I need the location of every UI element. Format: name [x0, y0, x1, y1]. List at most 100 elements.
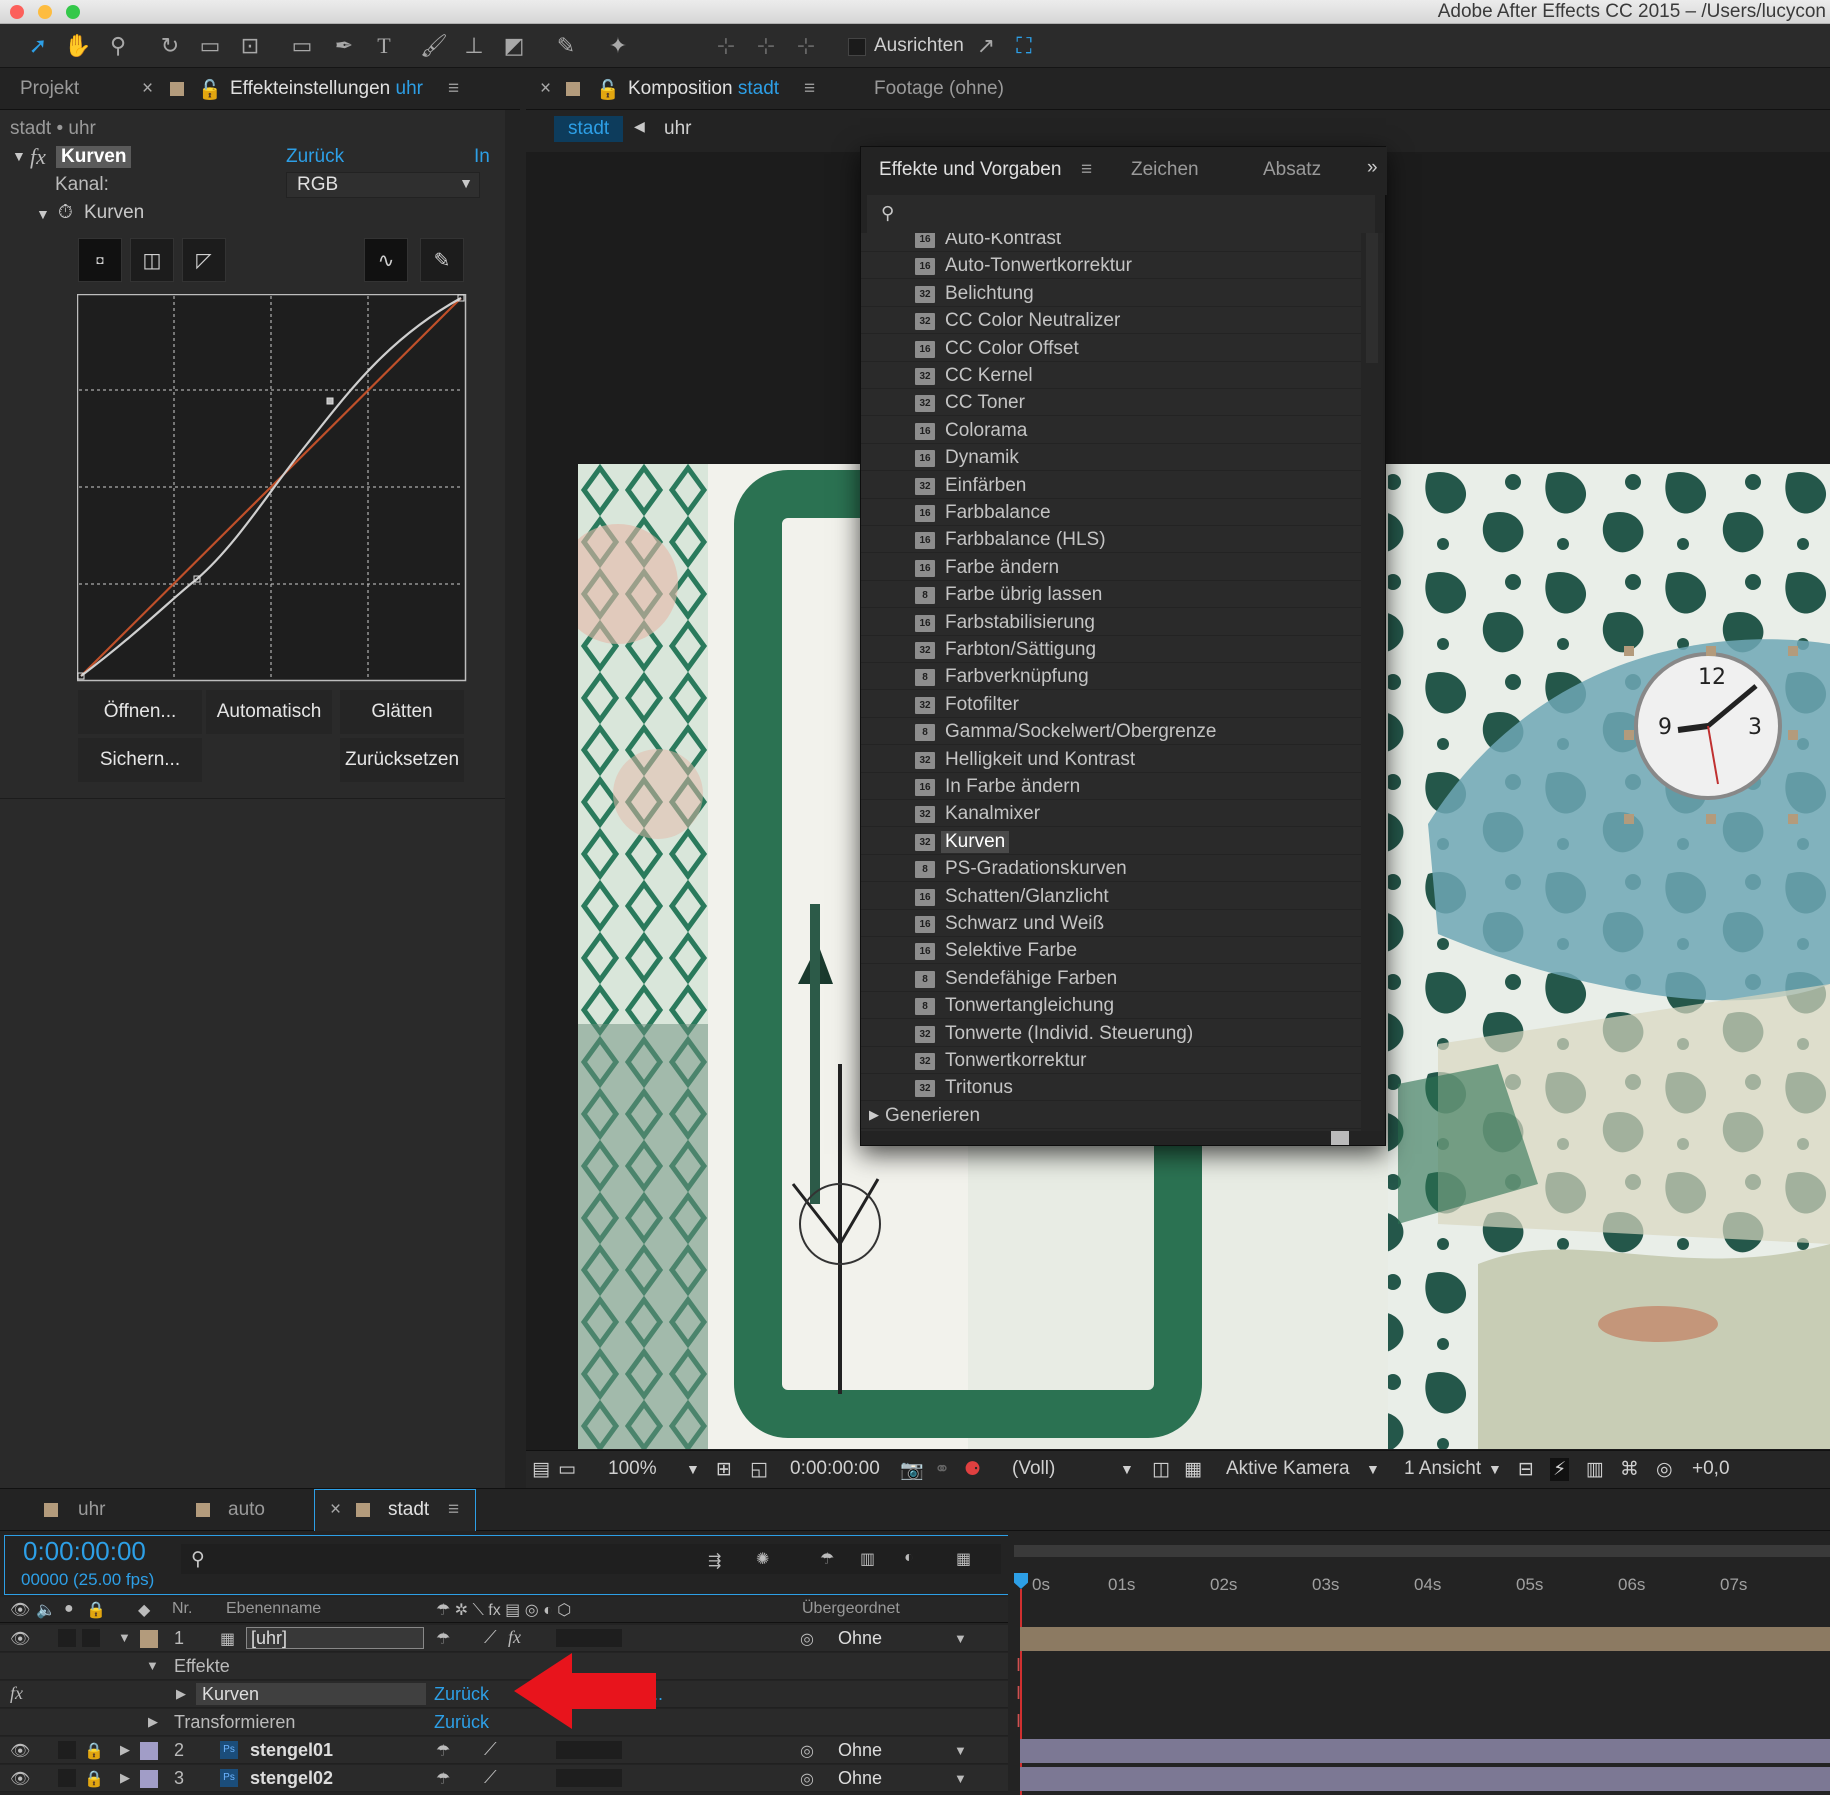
transparency-grid-icon[interactable]: ▦ [1184, 1458, 1202, 1481]
zoom-value[interactable]: 100% [608, 1458, 657, 1480]
effect-list-item[interactable]: 16 Auto-Kontrast [861, 233, 1361, 252]
tab-character[interactable]: Zeichen [1131, 159, 1199, 181]
effect-list-item[interactable]: 16 Schatten/Glanzlicht [861, 883, 1361, 910]
close-tab-icon[interactable]: × [540, 78, 551, 100]
camera-value[interactable]: Aktive Kamera [1226, 1458, 1350, 1480]
effect-list-item[interactable]: 32 CC Color Neutralizer [861, 307, 1361, 335]
panel-menu-icon[interactable]: ≡ [448, 78, 459, 100]
effect-list-item[interactable]: 16 Selektive Farbe [861, 937, 1361, 965]
zoom-window-button[interactable] [66, 5, 80, 19]
curve-size-small-button[interactable]: ◘ [78, 238, 122, 282]
layer-label-color[interactable] [140, 1770, 158, 1788]
effect-list-item[interactable]: 16 Farbbalance [861, 499, 1361, 526]
exposure-icon[interactable]: ◎ [1656, 1458, 1673, 1481]
effect-list-item[interactable]: 8 Sendefähige Farben [861, 965, 1361, 992]
roto-brush-tool-icon[interactable]: ✎ [552, 32, 580, 60]
view-axis-icon[interactable]: ⊹ [792, 32, 820, 60]
monitor-icon[interactable]: ▭ [558, 1458, 576, 1481]
pickwhip-icon[interactable]: ◎ [800, 1769, 814, 1789]
brush-tool-icon[interactable]: 🖌 [420, 32, 448, 60]
panel-menu-icon[interactable]: ≡ [448, 1499, 459, 1521]
snapshot-icon[interactable]: 📷 [900, 1458, 924, 1482]
local-axis-icon[interactable]: ⊹ [712, 32, 740, 60]
bezier-curve-tool-icon[interactable]: ∿ [364, 238, 408, 282]
clone-stamp-tool-icon[interactable]: ⊥ [460, 32, 488, 60]
panel-menu-icon[interactable]: ≡ [804, 78, 815, 100]
lock-toggle[interactable] [82, 1629, 100, 1647]
eye-icon[interactable]: 👁 [10, 1741, 30, 1761]
effects-search-field[interactable]: ⚲ [867, 195, 1375, 233]
chevron-down-icon[interactable]: ▼ [1488, 1461, 1502, 1477]
text-tool-icon[interactable]: T [370, 32, 398, 60]
fx-switch-icon[interactable]: fx [508, 1627, 521, 1648]
current-time[interactable]: 0:00:00:00 [23, 1536, 146, 1567]
effect-list-item[interactable]: 16 Farbstabilisierung [861, 609, 1361, 636]
layer-bar-1[interactable] [1020, 1627, 1830, 1651]
stopwatch-icon[interactable]: ⏱ [58, 202, 73, 224]
crumb-stadt[interactable]: stadt [554, 116, 624, 142]
open-button[interactable]: Öffnen... [78, 690, 202, 734]
show-snapshot-icon[interactable]: ⚭ [934, 1458, 950, 1481]
comp-mini-flowchart-icon[interactable]: ⇶ [708, 1551, 721, 1571]
tab-paragraph[interactable]: Absatz [1263, 159, 1321, 181]
chevron-down-icon[interactable]: ▼ [954, 1631, 967, 1646]
fx-toggle-icon[interactable]: fx [30, 144, 46, 170]
parent-value[interactable]: Ohne [838, 1768, 882, 1789]
auto-button[interactable]: Automatisch [206, 690, 332, 734]
effect-list-item[interactable]: 32 Einfärben [861, 472, 1361, 499]
frame-blending-icon[interactable]: ▥ [860, 1549, 875, 1569]
transform-group-row[interactable]: ▶ Transformieren Zurück [0, 1709, 1008, 1736]
puppet-pin-tool-icon[interactable]: ✦ [604, 32, 632, 60]
zoom-tool-icon[interactable]: ⚲ [104, 32, 132, 60]
shy-icon[interactable]: ☂ [436, 1741, 450, 1761]
camera-tool-icon[interactable]: ▭ [196, 32, 224, 60]
graph-editor-icon[interactable]: ▦ [956, 1549, 971, 1569]
close-window-button[interactable] [10, 5, 24, 19]
selection-tool-icon[interactable]: ➚ [24, 32, 52, 60]
effect-list-item[interactable]: 32 Tritonus [861, 1074, 1361, 1102]
quality-icon[interactable]: ⟋ [484, 1627, 497, 1648]
comp-timecode[interactable]: 0:00:00:00 [790, 1458, 880, 1480]
pen-tool-icon[interactable]: ✒ [330, 32, 358, 60]
shy-icon[interactable]: ☂ [436, 1769, 450, 1789]
effect-reset-link[interactable]: Zurück [434, 1684, 489, 1705]
tab-footage[interactable]: Footage (ohne) [874, 78, 1004, 100]
effect-list-item[interactable]: 8 Farbe übrig lassen [861, 581, 1361, 609]
effect-list-item[interactable]: 32 Belichtung [861, 280, 1361, 307]
preview-icon[interactable]: ▤ [532, 1458, 550, 1481]
grid-icon[interactable]: ⊞ [716, 1458, 732, 1481]
quality-icon[interactable]: ⟋ [484, 1767, 497, 1788]
switch-boxes[interactable] [556, 1741, 622, 1759]
effect-list-item[interactable]: 16 Auto-Tonwertkorrektur [861, 252, 1361, 280]
layer-name[interactable]: stengel02 [250, 1768, 333, 1789]
effect-list-item[interactable]: 32 Helligkeit und Kontrast [861, 746, 1361, 773]
effect-list-item[interactable]: 16 Farbbalance (HLS) [861, 526, 1361, 554]
flowchart-icon[interactable]: ⌘ [1620, 1458, 1639, 1481]
parent-value[interactable]: Ohne [838, 1740, 882, 1761]
effect-list-item[interactable]: 8 Farbverknüpfung [861, 663, 1361, 691]
smooth-button[interactable]: Glätten [340, 690, 464, 734]
effect-list-item[interactable]: 8 Tonwertangleichung [861, 992, 1361, 1020]
lock-icon[interactable]: 🔓 [198, 78, 222, 102]
switch-boxes[interactable] [556, 1769, 622, 1787]
layer-bar-3[interactable] [1020, 1767, 1830, 1791]
effect-list-item[interactable]: 32 CC Kernel [861, 362, 1361, 389]
tab-uhr[interactable]: uhr [78, 1499, 105, 1521]
effect-list-item[interactable]: 32 Tonwertkorrektur [861, 1047, 1361, 1074]
effect-list-item[interactable]: 8 Gamma/Sockelwert/Obergrenze [861, 718, 1361, 746]
collapse-triangle-icon[interactable]: ▼ [118, 1630, 131, 1645]
minimize-window-button[interactable] [38, 5, 52, 19]
effect-list-item[interactable]: 32 Kurven [861, 828, 1361, 855]
effect-list-item[interactable]: 16 Dynamik [861, 444, 1361, 472]
rectangle-tool-icon[interactable]: ▭ [288, 32, 316, 60]
curve-point[interactable] [326, 397, 334, 405]
expand-icon[interactable]: ⛶ [1010, 32, 1038, 60]
curves-graph[interactable] [77, 294, 467, 682]
resolution-value[interactable]: (Voll) [1012, 1458, 1055, 1480]
snap-icon[interactable]: ↗ [972, 32, 1000, 60]
chevron-down-icon[interactable]: ▼ [954, 1743, 967, 1758]
exposure-value[interactable]: +0,0 [1692, 1458, 1730, 1480]
pan-behind-tool-icon[interactable]: ⊡ [236, 32, 264, 60]
effect-list-item[interactable]: 16 In Farbe ändern [861, 773, 1361, 800]
about-link[interactable]: In [474, 146, 490, 168]
